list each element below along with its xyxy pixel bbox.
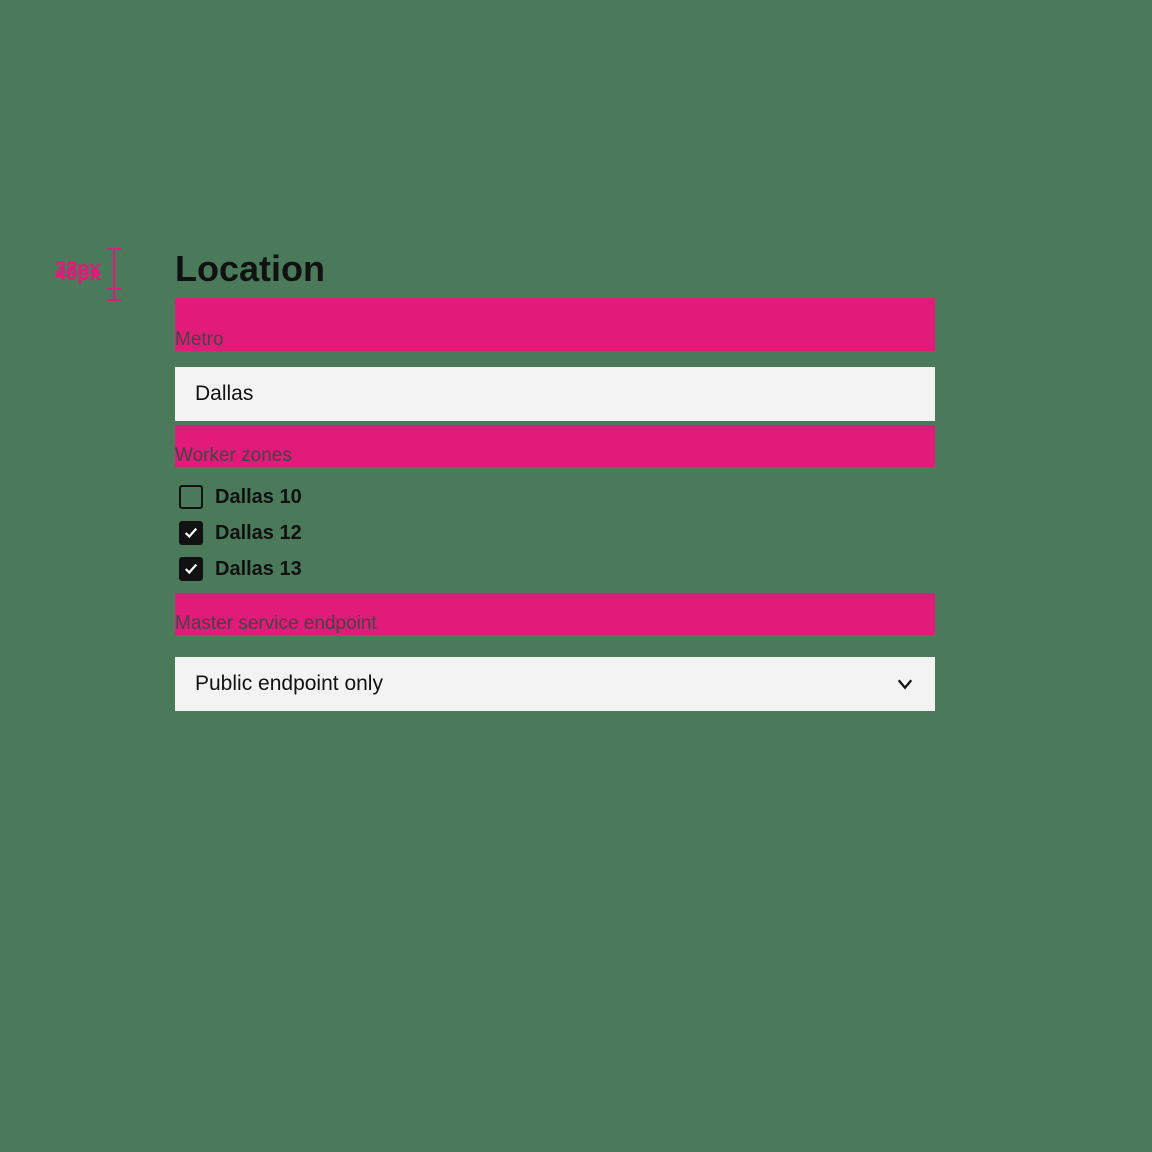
endpoint-label: Master service endpoint — [175, 613, 935, 635]
worker-zone-option[interactable]: Dallas 12 — [175, 515, 935, 551]
checkbox-label: Dallas 10 — [215, 486, 302, 509]
worker-zones-group: Dallas 10 Dallas 12 Dallas 13 — [175, 479, 935, 587]
metro-field[interactable]: Dallas — [175, 367, 935, 421]
chevron-down-icon — [895, 674, 915, 694]
metro-label: Metro — [175, 329, 935, 351]
spacing-annotation-32b: 32px — [55, 248, 121, 290]
metro-value: Dallas — [195, 382, 253, 406]
worker-zone-option[interactable]: Dallas 13 — [175, 551, 935, 587]
checkbox-label: Dallas 12 — [215, 522, 302, 545]
checkbox-icon — [179, 557, 203, 581]
worker-zone-option[interactable]: Dallas 10 — [175, 479, 935, 515]
checkbox-label: Dallas 13 — [215, 558, 302, 581]
check-icon — [184, 526, 198, 540]
endpoint-value: Public endpoint only — [195, 672, 383, 696]
check-icon — [184, 562, 198, 576]
checkbox-icon — [179, 485, 203, 509]
checkbox-icon — [179, 521, 203, 545]
worker-zones-label: Worker zones — [175, 445, 935, 467]
section-heading: Location — [175, 248, 935, 290]
endpoint-select[interactable]: Public endpoint only — [175, 657, 935, 711]
